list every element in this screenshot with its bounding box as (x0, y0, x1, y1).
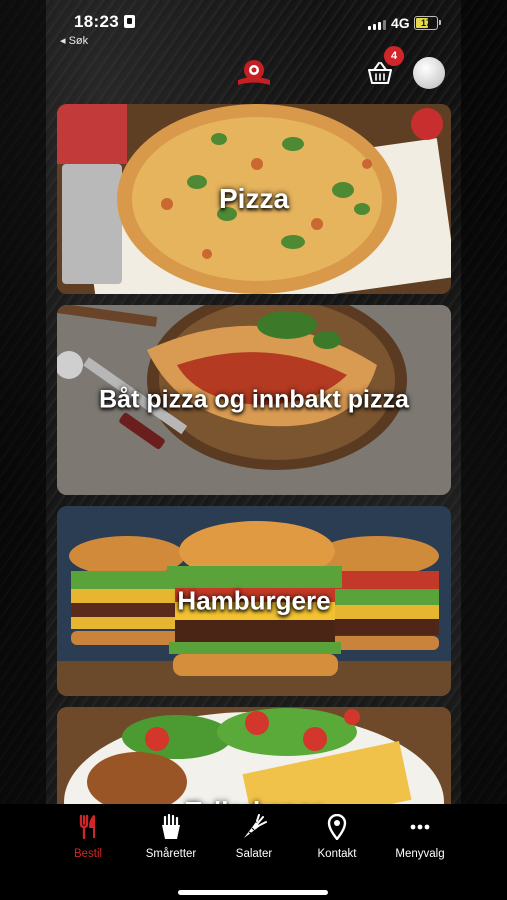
status-time: 18:23 (74, 12, 119, 31)
id-badge-icon (123, 15, 135, 28)
cart-count-badge[interactable]: 4 (384, 46, 404, 66)
left-edge-shade (0, 0, 46, 900)
category-title: Båt pizza og innbakt pizza (99, 385, 409, 414)
carrot-icon (244, 814, 267, 838)
category-card-hamburgers[interactable]: Hamburgere (57, 506, 451, 696)
category-title: Hamburgere (177, 585, 331, 616)
status-bar: 18:23 ◂ Søk 4G 17 (0, 0, 507, 50)
battery-percent: 17 (420, 18, 431, 28)
user-avatar[interactable] (413, 57, 445, 89)
home-indicator (178, 890, 328, 895)
fork-knife-icon (79, 814, 95, 840)
location-pin-icon (327, 814, 347, 840)
bottom-tab-bar: Bestil Småretter Salater Kontakt Menyval… (0, 804, 507, 900)
restaurant-logo[interactable] (236, 58, 272, 90)
right-edge-shade (461, 0, 507, 900)
tab-menyvalg[interactable]: Menyvalg (370, 814, 470, 860)
network-type: 4G (391, 15, 410, 31)
more-dots-icon (410, 824, 430, 830)
back-to-search-link[interactable]: ◂ Søk (60, 34, 88, 47)
category-title: Pizza (218, 183, 290, 214)
fries-icon (162, 814, 180, 839)
status-time-wrap: 18:23 (74, 12, 135, 32)
category-card-boat-pizza[interactable]: Båt pizza og innbakt pizza (57, 305, 451, 495)
category-card-pizza[interactable]: Pizza (57, 104, 451, 294)
signal-strength-icon (368, 18, 386, 30)
battery-tip (439, 20, 441, 25)
tab-label: Menyvalg (395, 848, 445, 860)
category-card-plates[interactable]: Tallerkener (57, 707, 451, 817)
battery-icon: 17 (414, 16, 441, 30)
